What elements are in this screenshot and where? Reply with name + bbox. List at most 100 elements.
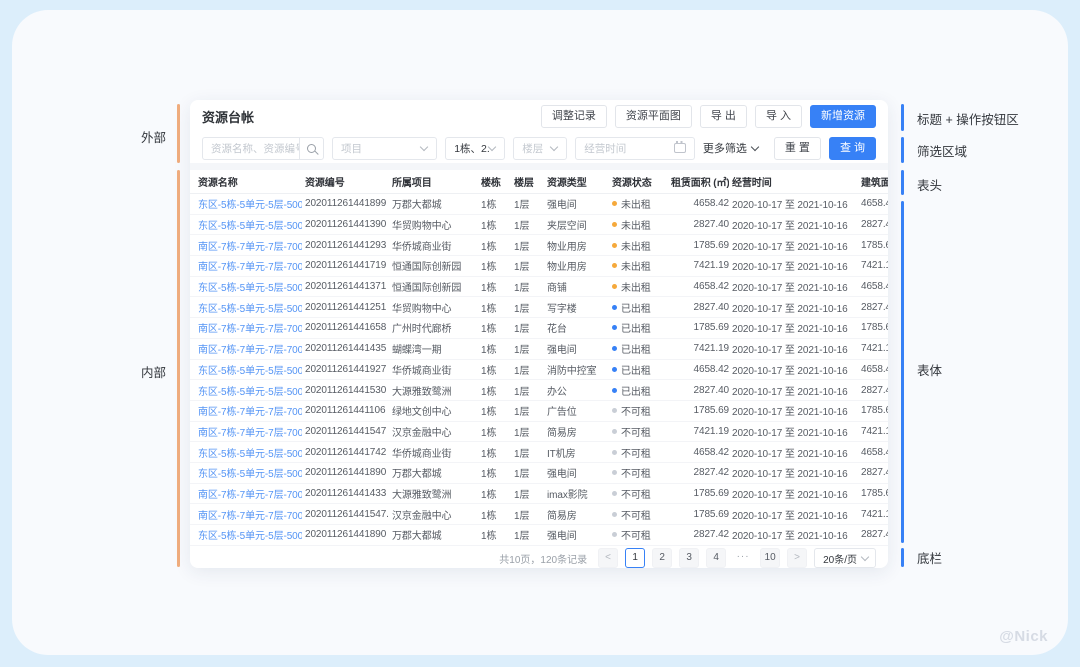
floor-cell: 1层 [514,445,544,460]
export-button[interactable]: 导 出 [700,105,747,128]
page-button-4[interactable]: 4 [706,548,726,568]
table-row: 南区-7栋-7单元-7层-7001202011261441719恒通国际创新园1… [190,256,888,277]
resource-name-link[interactable]: 东区-5栋-5单元-5层-5001 [198,283,302,294]
operate-period: 2020-10-17 至 2021-10-16 [732,362,858,377]
operate-period: 2020-10-17 至 2021-10-16 [732,383,858,398]
table-row: 南区-7栋-7单元-7层-7001202011261441106绿地文创中心1栋… [190,401,888,422]
page-ellipsis[interactable]: ··· [733,548,753,568]
status-cell: 已出租 [612,300,668,315]
resource-name-link[interactable]: 南区-7栋-7单元-7层-7001 [198,345,302,356]
resource-no: 202011261441293 [305,240,389,251]
resource-type: 强电间 [547,196,609,211]
build-area: 2827.42 [861,529,888,540]
status-cell: 不可租 [612,424,668,439]
floor-cell: 1层 [514,507,544,522]
resource-name-link[interactable]: 南区-7栋-7单元-7层-7001 [198,511,302,522]
status-cell: 不可租 [612,486,668,501]
record-summary: 共10页，120条记录 [499,551,587,566]
building-select[interactable]: 1栋、2... [445,137,505,160]
project-select[interactable]: 项目 [332,137,437,160]
title-area-bar [901,104,904,131]
adjust-records-button[interactable]: 调整记录 [541,105,607,128]
filter-area: 资源名称、资源编号 项目 1栋、2... 楼层 经营时间 更多筛选 [190,133,888,163]
building-cell: 1栋 [481,527,511,542]
rent-area: 7421.19 [671,260,729,271]
page-size-select[interactable]: 20条/页 [814,548,876,568]
resource-type: 写字楼 [547,300,609,315]
building-cell: 1栋 [481,465,511,480]
resource-name-link[interactable]: 南区-7栋-7单元-7层-7001 [198,428,302,439]
project-name: 万郡大都城 [392,196,478,211]
status-dot [612,325,617,330]
resource-name-link[interactable]: 东区-5栋-5单元-5层-5001 [198,221,302,232]
import-button[interactable]: 导 入 [755,105,802,128]
rent-area: 2827.40 [671,219,729,230]
resource-name-link[interactable]: 东区-5栋-5单元-5层-5001 [198,469,302,480]
more-filters-toggle[interactable]: 更多筛选 [703,140,758,156]
resource-name-link[interactable]: 南区-7栋-7单元-7层-7001 [198,407,302,418]
status-dot [612,346,617,351]
project-name: 蝴蝶湾一期 [392,341,478,356]
rent-area: 1785.69 [671,488,729,499]
resource-name-link[interactable]: 南区-7栋-7单元-7层-7001 [198,262,302,273]
table-head-bar [901,170,904,195]
resource-floorplan-button[interactable]: 资源平面图 [615,105,692,128]
resource-type: 商铺 [547,279,609,294]
floor-cell: 1层 [514,465,544,480]
date-range-input[interactable]: 经营时间 [575,137,695,160]
build-area: 7421.19 [861,343,888,354]
resource-no: 202011261441658 [305,322,389,333]
col-building: 楼栋 [481,174,511,189]
operate-period: 2020-10-17 至 2021-10-16 [732,507,858,522]
reset-button[interactable]: 重 置 [774,137,821,160]
page-button-2[interactable]: 2 [652,548,672,568]
resource-name-link[interactable]: 东区-5栋-5单元-5层-5001 [198,531,302,542]
resource-name-link[interactable]: 南区-7栋-7单元-7层-7001 [198,490,302,501]
build-area: 2827.40 [861,385,888,396]
query-button[interactable]: 查 询 [829,137,876,160]
col-resource-name: 资源名称 [198,174,302,189]
operate-period: 2020-10-17 至 2021-10-16 [732,279,858,294]
resource-name-link[interactable]: 南区-7栋-7单元-7层-7001 [198,324,302,335]
resource-type: 花台 [547,320,609,335]
resource-name-link[interactable]: 东区-5栋-5单元-5层-5001 [198,200,302,211]
resource-type: IT机房 [547,445,609,460]
floor-cell: 1层 [514,527,544,542]
rent-area: 7421.19 [671,343,729,354]
add-resource-button[interactable]: 新增资源 [810,105,876,128]
resource-type: imax影院 [547,486,609,501]
annotation-table-head: 表头 [917,175,942,194]
floor-cell: 1层 [514,320,544,335]
floor-select[interactable]: 楼层 [513,137,567,160]
status-dot [612,470,617,475]
project-name: 绿地文创中心 [392,403,478,418]
col-status: 资源状态 [612,174,668,189]
page-button-10[interactable]: 10 [760,548,780,568]
page-button-3[interactable]: 3 [679,548,699,568]
resource-name-link[interactable]: 南区-7栋-7单元-7层-7001 [198,242,302,253]
search-input[interactable]: 资源名称、资源编号 [202,137,324,160]
page-button-1[interactable]: 1 [625,548,645,568]
calendar-icon [674,143,686,153]
resource-type: 消防中控室 [547,362,609,377]
prev-page-button[interactable]: < [598,548,618,568]
build-area: 4658.42 [861,281,888,292]
operate-period: 2020-10-17 至 2021-10-16 [732,486,858,501]
status-cell: 未出租 [612,238,668,253]
resource-name-link[interactable]: 东区-5栋-5单元-5层-5001 [198,449,302,460]
project-name: 恒通国际创新园 [392,258,478,273]
chevron-down-icon [550,142,558,150]
rent-area: 7421.19 [671,426,729,437]
resource-name-link[interactable]: 东区-5栋-5单元-5层-5001 [198,366,302,377]
table-row: 南区-7栋-7单元-7层-7001202011261441658广州时代廊桥1栋… [190,318,888,339]
resource-name-link[interactable]: 东区-5栋-5单元-5层-5001 [198,304,302,315]
search-icon[interactable] [299,138,323,159]
outer-region-bar [177,104,180,163]
col-floor: 楼层 [514,174,544,189]
status-cell: 不可租 [612,507,668,522]
status-dot [612,450,617,455]
resource-name-link[interactable]: 东区-5栋-5单元-5层-5001 [198,387,302,398]
table-body: 东区-5栋-5单元-5层-5001202011261441899万郡大都城1栋1… [190,194,888,546]
project-name: 万郡大都城 [392,465,478,480]
next-page-button[interactable]: > [787,548,807,568]
